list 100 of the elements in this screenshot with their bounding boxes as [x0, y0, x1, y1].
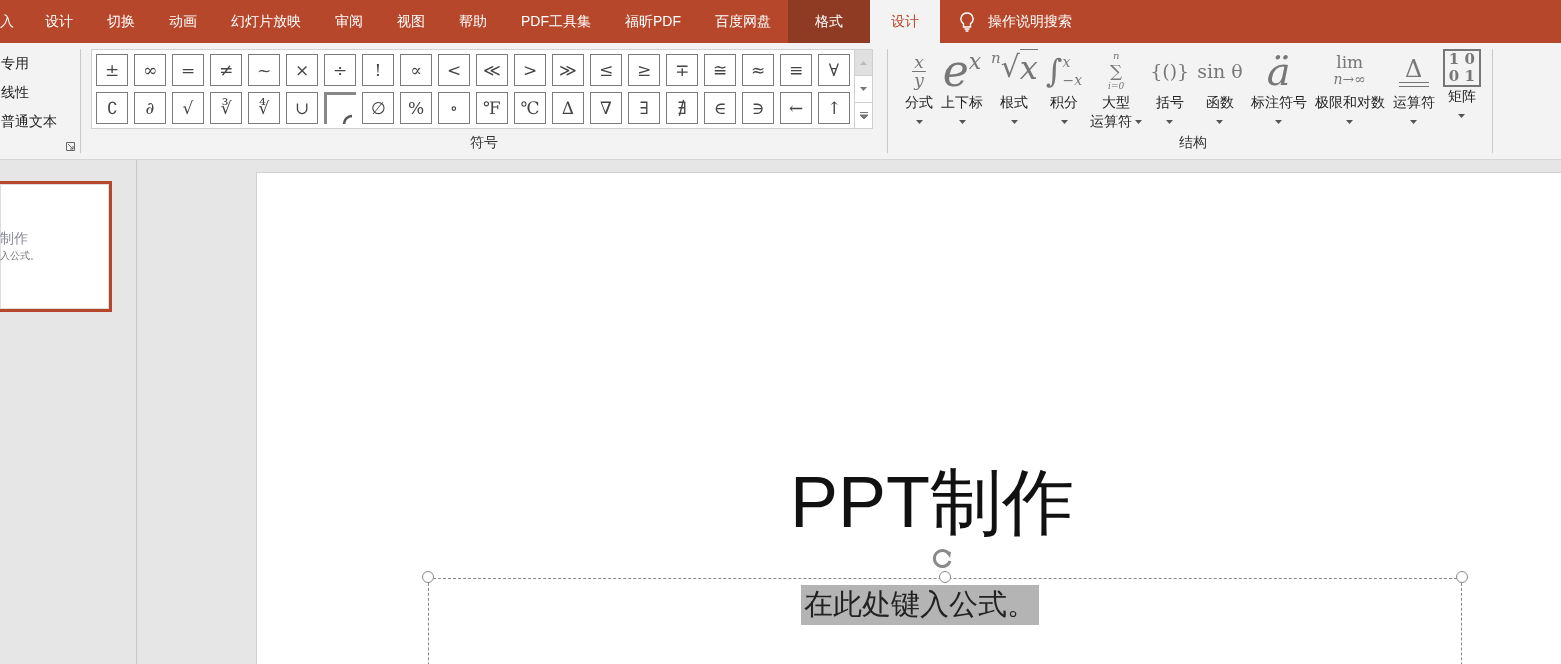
- caret-icon: [1410, 119, 1418, 124]
- caret-icon: [1166, 119, 1174, 124]
- symbol-cell[interactable]: ÷: [324, 54, 356, 86]
- symbol-cell[interactable]: ∃: [628, 92, 660, 124]
- tell-me-field[interactable]: 操作说明搜索: [988, 12, 1072, 31]
- ribbon-tab[interactable]: PDF工具集: [504, 0, 608, 43]
- symbol-cell[interactable]: ↑: [818, 92, 850, 124]
- symbol-cell[interactable]: ≠: [210, 54, 242, 86]
- matrix-icon: 1 0 0 1: [1442, 49, 1481, 87]
- structure-label: 大型: [1102, 93, 1131, 112]
- dialog-launcher-icon[interactable]: [66, 142, 75, 151]
- symbol-cell[interactable]: √: [172, 92, 204, 124]
- symbol-cell[interactable]: ∇: [590, 92, 622, 124]
- caret-icon: [958, 119, 966, 124]
- symbol-cell[interactable]: ≤: [590, 54, 622, 86]
- ribbon-tab[interactable]: 切换: [90, 0, 152, 43]
- caret-icon: [1346, 119, 1354, 124]
- slide-thumbnail[interactable]: 制作 入公式。: [0, 181, 112, 312]
- conversion-option[interactable]: 线性: [0, 78, 80, 107]
- ribbon-tab[interactable]: 动画: [152, 0, 214, 43]
- caret-icon: [1135, 119, 1143, 124]
- conversion-option[interactable]: 普通文本: [0, 107, 80, 136]
- resize-handle[interactable]: [422, 571, 434, 583]
- scroll-up-button[interactable]: [855, 50, 872, 77]
- symbol-cell[interactable]: <: [438, 54, 470, 86]
- structure-label: 运算符: [1090, 112, 1133, 131]
- symbol-cell[interactable]: ∓: [666, 54, 698, 86]
- limit-icon: lim n→∞: [1333, 49, 1366, 93]
- ribbon-tab[interactable]: 格式: [788, 0, 870, 43]
- symbol-cell[interactable]: ∪: [286, 92, 318, 124]
- structure-button[interactable]: Δ 运算符: [1389, 49, 1438, 131]
- equation-box[interactable]: 在此处键入公式。: [428, 578, 1462, 664]
- structure-button[interactable]: n ∑ i=0 大型 运算符: [1087, 49, 1146, 131]
- symbol-cell[interactable]: ∄: [666, 92, 698, 124]
- symbol-cell[interactable]: =: [172, 54, 204, 86]
- ribbon-tab[interactable]: 入: [0, 0, 28, 43]
- symbol-cell[interactable]: ~: [248, 54, 280, 86]
- symbol-cell[interactable]: ∛: [210, 92, 242, 124]
- structure-label: 矩阵: [1447, 87, 1476, 106]
- symbol-cell[interactable]: ≅: [704, 54, 736, 86]
- conversion-option[interactable]: 专用: [0, 49, 80, 78]
- symbol-cell[interactable]: ≥: [628, 54, 660, 86]
- lightbulb-icon: [960, 11, 974, 32]
- ribbon-tab[interactable]: 审阅: [318, 0, 380, 43]
- structure-label: 积分: [1050, 93, 1078, 112]
- symbol-cell[interactable]: ℉: [476, 92, 508, 124]
- caret-icon: [1060, 119, 1068, 124]
- symbol-cell[interactable]: ∈: [704, 92, 736, 124]
- corner-icon[interactable]: [324, 92, 356, 124]
- symbol-cell[interactable]: %: [400, 92, 432, 124]
- symbol-cell[interactable]: ∝: [400, 54, 432, 86]
- accent-icon: ä: [1266, 49, 1291, 93]
- structure-button[interactable]: ä 标注符号: [1247, 49, 1310, 131]
- symbol-cell[interactable]: ≡: [780, 54, 812, 86]
- caret-icon: [1010, 119, 1018, 124]
- caret-icon: [1458, 113, 1466, 118]
- rotate-handle-icon[interactable]: [932, 547, 954, 569]
- function-icon: sin θ: [1197, 49, 1243, 93]
- symbol-cell[interactable]: ←: [780, 92, 812, 124]
- ribbon-tab[interactable]: 帮助: [442, 0, 504, 43]
- symbol-cell[interactable]: >: [514, 54, 546, 86]
- ribbon-tab[interactable]: 福昕PDF: [608, 0, 698, 43]
- slide-title: PPT制作: [790, 461, 1075, 544]
- symbol-cell[interactable]: ∅: [362, 92, 394, 124]
- structure-button[interactable]: {()} 括号: [1147, 49, 1193, 131]
- symbol-cell[interactable]: ≪: [476, 54, 508, 86]
- structure-button[interactable]: sin θ 函数: [1194, 49, 1246, 131]
- symbol-cell[interactable]: ∘: [438, 92, 470, 124]
- structure-label: 根式: [1000, 93, 1029, 112]
- symbol-cell[interactable]: !: [362, 54, 394, 86]
- symbol-cell[interactable]: ×: [286, 54, 318, 86]
- ribbon-tab[interactable]: 视图: [380, 0, 442, 43]
- ribbon-tab[interactable]: 百度网盘: [698, 0, 788, 43]
- ribbon-tab[interactable]: 设计: [870, 0, 940, 43]
- structure-button[interactable]: 1 0 0 1 矩阵: [1439, 49, 1484, 125]
- caret-icon: [860, 60, 867, 65]
- symbol-cell[interactable]: ±: [96, 54, 128, 86]
- symbol-cell[interactable]: ∋: [742, 92, 774, 124]
- more-icon: [859, 111, 868, 119]
- resize-handle[interactable]: [1456, 571, 1468, 583]
- group-label: 符号: [470, 134, 498, 152]
- symbol-cell[interactable]: ∀: [818, 54, 850, 86]
- symbol-cell[interactable]: ∜: [248, 92, 280, 124]
- resize-handle[interactable]: [939, 571, 951, 583]
- structure-label: 括号: [1155, 93, 1184, 112]
- caret-icon: [915, 119, 923, 124]
- structure-button[interactable]: lim n→∞ 极限和对数: [1311, 49, 1388, 131]
- symbol-cell[interactable]: ∞: [134, 54, 166, 86]
- structure-label: 上下标: [941, 93, 983, 112]
- symbol-cell[interactable]: ≫: [552, 54, 584, 86]
- symbol-cell[interactable]: ∁: [96, 92, 128, 124]
- symbol-cell[interactable]: ≈: [742, 54, 774, 86]
- ribbon-tab[interactable]: 设计: [28, 0, 90, 43]
- equation-placeholder: 在此处键入公式。: [801, 585, 1039, 625]
- symbol-cell[interactable]: ∂: [134, 92, 166, 124]
- structure-button[interactable]: x y 分式: [902, 49, 936, 131]
- symbol-cell[interactable]: ∆: [552, 92, 584, 124]
- symbol-cell[interactable]: ℃: [514, 92, 546, 124]
- caret-icon: [1216, 119, 1224, 124]
- ribbon-tab[interactable]: 幻灯片放映: [214, 0, 318, 43]
